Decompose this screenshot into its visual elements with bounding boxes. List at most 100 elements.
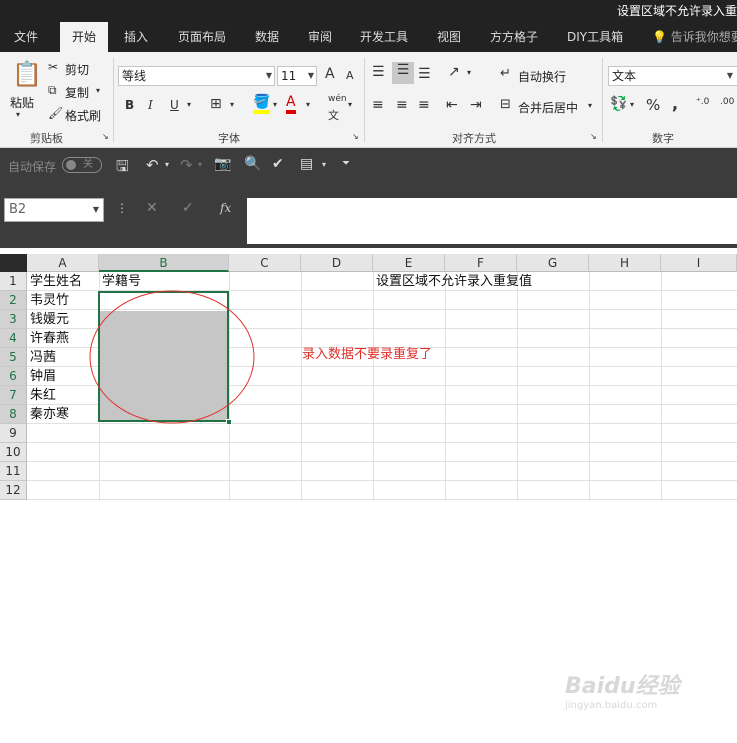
wrap-text-button[interactable]: 自动换行: [518, 68, 566, 85]
row-header-6[interactable]: 6: [0, 367, 27, 386]
align-bottom-icon[interactable]: ☰: [418, 66, 431, 82]
align-middle-icon[interactable]: ☰: [392, 62, 414, 84]
row-header-12[interactable]: 12: [0, 481, 27, 500]
phonetic-icon[interactable]: wén: [328, 94, 347, 104]
merge-center-icon[interactable]: ⊟: [500, 97, 511, 112]
tab-ffgz[interactable]: 方方格子: [490, 22, 538, 52]
tab-review[interactable]: 审阅: [308, 22, 332, 52]
insert-function-button[interactable]: fx: [220, 201, 231, 215]
currency-icon[interactable]: 💱: [610, 96, 627, 112]
row-header-7[interactable]: 7: [0, 386, 27, 405]
cancel-icon[interactable]: ✕: [146, 200, 158, 216]
row-header-1[interactable]: 1: [0, 272, 27, 291]
grow-font-icon[interactable]: A: [325, 66, 335, 82]
undo-dropdown-icon[interactable]: ▾: [165, 160, 169, 169]
align-center-icon[interactable]: ≡: [396, 97, 408, 113]
row-header-5[interactable]: 5: [0, 348, 27, 367]
paste-button[interactable]: 粘贴: [10, 94, 34, 111]
tab-home[interactable]: 开始: [60, 22, 108, 52]
number-format-select[interactable]: 文本 ▼: [608, 66, 737, 86]
cell-e1[interactable]: 设置区域不允许录入重复值: [376, 272, 532, 291]
orientation-icon[interactable]: ↗: [448, 64, 460, 80]
row-header-3[interactable]: 3: [0, 310, 27, 329]
row-header-11[interactable]: 11: [0, 462, 27, 481]
decrease-indent-icon[interactable]: ⇤: [446, 97, 458, 113]
save-icon[interactable]: 🖫: [116, 156, 129, 181]
redo-dropdown-icon[interactable]: ▾: [198, 160, 202, 169]
format-painter-icon[interactable]: 🖌: [48, 106, 63, 120]
cut-button[interactable]: 剪切: [65, 61, 89, 78]
row-header-2[interactable]: 2: [0, 291, 27, 310]
bold-button[interactable]: B: [125, 98, 134, 112]
align-right-icon[interactable]: ≡: [418, 97, 430, 113]
italic-button[interactable]: I: [148, 98, 153, 112]
column-header-i[interactable]: I: [661, 254, 737, 272]
tell-me-box[interactable]: 💡 告诉我你想要: [652, 22, 737, 52]
dialog-launcher-icon[interactable]: ↘: [102, 132, 109, 141]
percent-button[interactable]: %: [646, 96, 660, 114]
phonetic-dropdown-icon[interactable]: ▾: [348, 100, 352, 109]
cell-a1[interactable]: 学生姓名: [30, 272, 82, 291]
column-header-a[interactable]: A: [27, 254, 99, 272]
decrease-decimal-icon[interactable]: .00: [720, 97, 734, 107]
tab-view[interactable]: 视图: [437, 22, 461, 52]
column-header-h[interactable]: H: [589, 254, 661, 272]
merge-dropdown-icon[interactable]: ▾: [588, 101, 592, 110]
copy-dropdown-icon[interactable]: ▾: [96, 86, 100, 95]
enter-icon[interactable]: ✓: [182, 200, 194, 216]
tab-data[interactable]: 数据: [255, 22, 279, 52]
column-header-f[interactable]: F: [445, 254, 517, 272]
customize-qat-icon[interactable]: ⏷: [342, 158, 350, 169]
align-left-icon[interactable]: ≡: [372, 97, 384, 113]
copy-button[interactable]: 复制: [65, 84, 89, 101]
cell-a6[interactable]: 钟眉: [30, 367, 56, 386]
column-header-c[interactable]: C: [229, 254, 301, 272]
underline-dropdown-icon[interactable]: ▾: [187, 100, 191, 109]
cell-a8[interactable]: 秦亦寒: [30, 405, 69, 424]
column-header-e[interactable]: E: [373, 254, 445, 272]
form-dropdown-icon[interactable]: ▾: [322, 160, 326, 169]
spelling-check-icon[interactable]: ✔: [272, 156, 284, 172]
border-icon[interactable]: ⊞: [210, 96, 222, 112]
camera-icon[interactable]: 📷: [214, 156, 231, 172]
cell-a7[interactable]: 朱红: [30, 386, 56, 405]
cell-a5[interactable]: 冯茜: [30, 348, 56, 367]
cell-a3[interactable]: 钱媛元: [30, 310, 69, 329]
border-dropdown-icon[interactable]: ▾: [230, 100, 234, 109]
print-preview-icon[interactable]: 🔍: [244, 156, 261, 172]
select-all-corner[interactable]: [0, 254, 27, 272]
row-header-8[interactable]: 8: [0, 405, 27, 424]
more-options-icon[interactable]: ⋮: [116, 201, 128, 215]
column-header-g[interactable]: G: [517, 254, 589, 272]
dialog-launcher-icon[interactable]: ↘: [590, 132, 597, 141]
dialog-launcher-icon[interactable]: ↘: [352, 132, 359, 141]
paste-dropdown-icon[interactable]: ▾: [16, 110, 20, 119]
font-size-select[interactable]: 11 ▼: [277, 66, 317, 86]
comma-button[interactable]: ,: [672, 94, 678, 113]
row-header-9[interactable]: 9: [0, 424, 27, 443]
underline-button[interactable]: U: [170, 98, 179, 112]
scissors-icon[interactable]: ✂: [48, 60, 58, 74]
fill-color-icon[interactable]: 🪣: [253, 94, 271, 114]
orientation-dropdown-icon[interactable]: ▾: [467, 68, 471, 77]
cell-a4[interactable]: 许春燕: [30, 329, 69, 348]
row-header-10[interactable]: 10: [0, 443, 27, 462]
tab-developer[interactable]: 开发工具: [360, 22, 408, 52]
font-color-icon[interactable]: A: [286, 94, 296, 114]
increase-decimal-icon[interactable]: ⁺.0: [696, 97, 709, 107]
increase-indent-icon[interactable]: ⇥: [470, 97, 482, 113]
tab-insert[interactable]: 插入: [124, 22, 148, 52]
format-painter-button[interactable]: 格式刷: [65, 107, 101, 124]
tab-page-layout[interactable]: 页面布局: [178, 22, 226, 52]
formula-input[interactable]: [247, 198, 737, 244]
paste-icon[interactable]: 📋: [12, 60, 42, 88]
name-box[interactable]: B2 ▼: [4, 198, 104, 222]
cell-a2[interactable]: 韦灵竹: [30, 291, 69, 310]
fill-dropdown-icon[interactable]: ▾: [273, 100, 277, 109]
form-icon[interactable]: ▤: [300, 156, 313, 172]
font-name-select[interactable]: 等线 ▼: [118, 66, 275, 86]
redo-icon[interactable]: ↷: [180, 156, 193, 174]
undo-icon[interactable]: ↶: [146, 156, 159, 174]
font-color-dropdown-icon[interactable]: ▾: [306, 100, 310, 109]
row-header-4[interactable]: 4: [0, 329, 27, 348]
